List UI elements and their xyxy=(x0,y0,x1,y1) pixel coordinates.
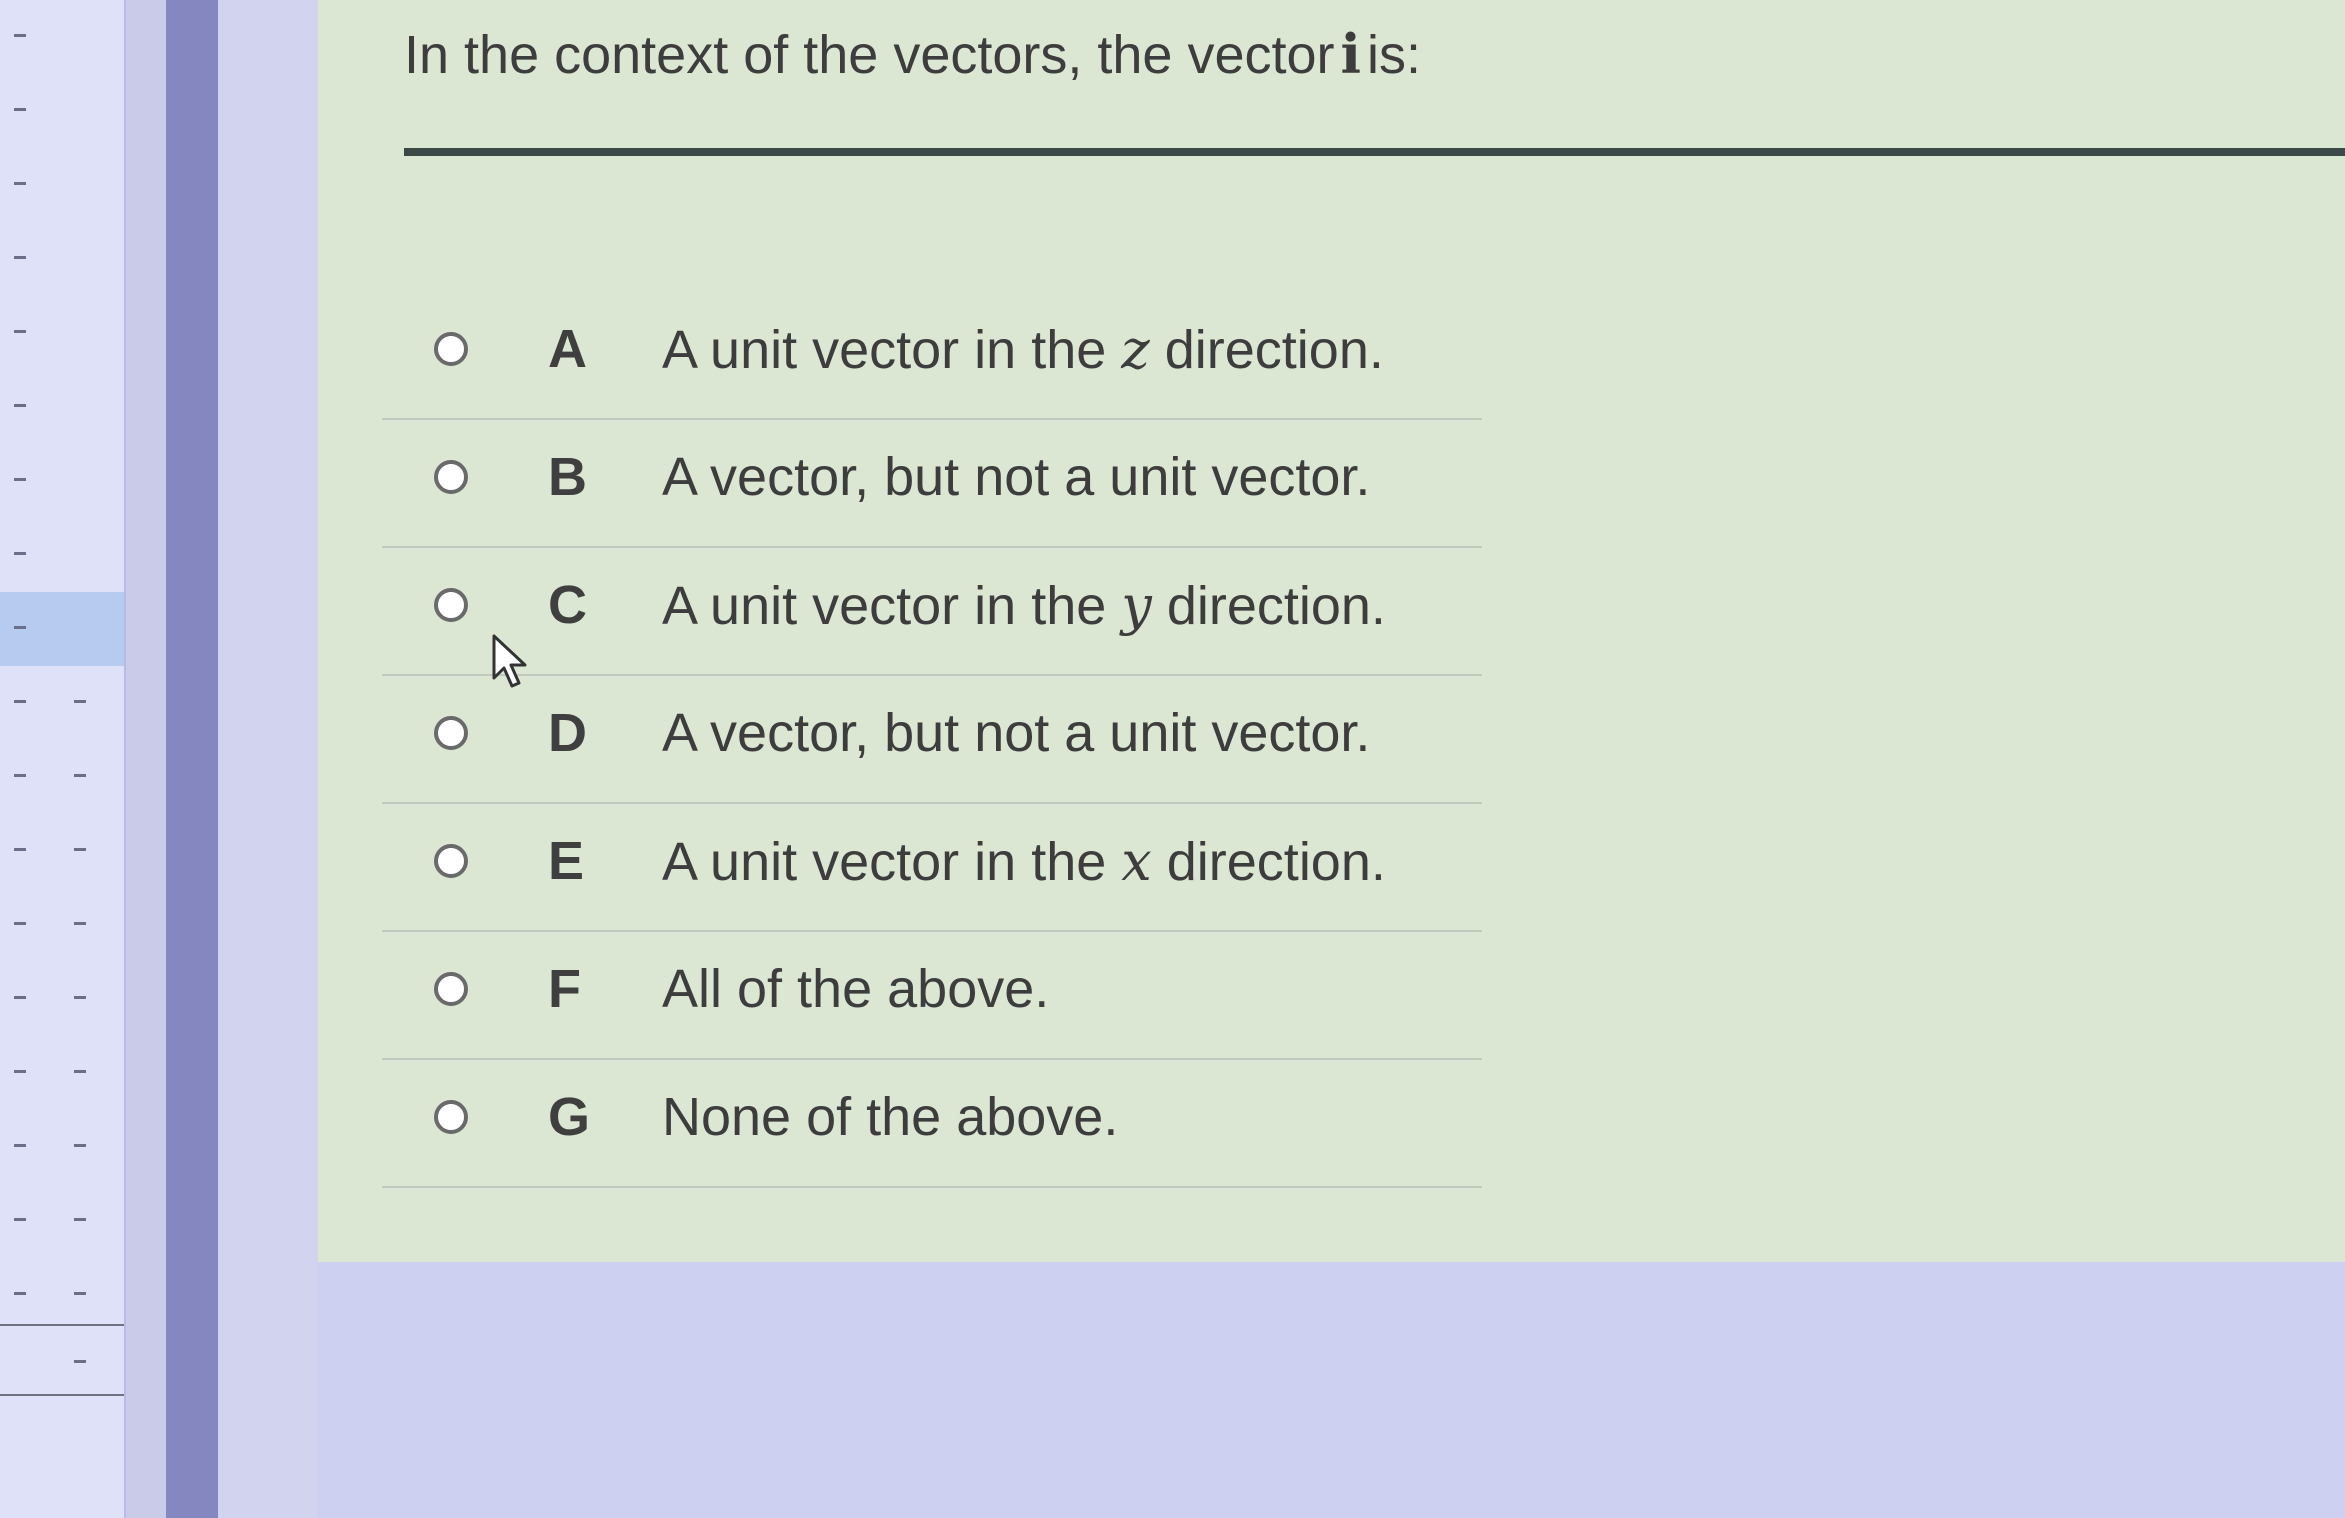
option-text: None of the above. xyxy=(662,1087,1119,1147)
option-c[interactable]: C A unit vector in the y direction. xyxy=(382,546,1482,688)
option-letter: B xyxy=(548,447,587,507)
question-text: In the context of the vectors, the vecto… xyxy=(404,22,1421,86)
option-g[interactable]: G None of the above. xyxy=(382,1058,1482,1188)
left-nav-row[interactable] xyxy=(0,1184,124,1258)
left-nav-row[interactable] xyxy=(0,962,124,1036)
radio-button-icon[interactable] xyxy=(434,972,468,1006)
left-nav-row[interactable] xyxy=(0,1326,124,1400)
left-nav-row[interactable] xyxy=(0,888,124,962)
left-nav-row[interactable] xyxy=(0,0,124,74)
left-nav-row[interactable] xyxy=(0,444,124,518)
left-nav-row[interactable] xyxy=(0,296,124,370)
radio-button-icon[interactable] xyxy=(434,844,468,878)
option-letter: F xyxy=(548,959,581,1019)
title-divider xyxy=(404,148,2345,156)
page-background-area xyxy=(318,1262,2345,1518)
left-nav-row[interactable] xyxy=(0,1258,124,1332)
question-suffix: is: xyxy=(1367,25,1422,85)
radio-button-icon[interactable] xyxy=(434,588,468,622)
left-nav-row[interactable] xyxy=(0,148,124,222)
math-variable: x xyxy=(1121,830,1152,893)
left-nav-row[interactable] xyxy=(0,518,124,592)
option-f[interactable]: F All of the above. xyxy=(382,930,1482,1060)
radio-button-icon[interactable] xyxy=(434,460,468,494)
vector-symbol: i xyxy=(1340,22,1362,86)
option-e[interactable]: E A unit vector in the x direction. xyxy=(382,802,1482,932)
left-navigation-strip xyxy=(0,0,126,1518)
question-prefix: In the context of the vectors, the vecto… xyxy=(404,25,1335,85)
panel-gutter xyxy=(218,0,318,1518)
radio-button-icon[interactable] xyxy=(434,1100,468,1134)
math-variable: z xyxy=(1121,318,1150,381)
question-card: In the context of the vectors, the vecto… xyxy=(318,0,2345,1262)
panel-separator xyxy=(166,0,218,1518)
radio-button-icon[interactable] xyxy=(434,332,468,366)
option-text: A vector, but not a unit vector. xyxy=(662,447,1371,507)
left-nav-row[interactable] xyxy=(0,74,124,148)
option-d[interactable]: D A vector, but not a unit vector. xyxy=(382,674,1482,804)
option-letter: D xyxy=(548,703,587,763)
option-letter: E xyxy=(548,831,585,891)
option-a[interactable]: A A unit vector in the z direction. xyxy=(382,290,1482,420)
option-text: A unit vector in the y direction. xyxy=(662,574,1386,637)
option-letter: G xyxy=(548,1087,591,1147)
left-nav-divider xyxy=(0,1394,124,1396)
option-text: A unit vector in the x direction. xyxy=(662,830,1386,893)
left-nav-row[interactable] xyxy=(0,666,124,740)
left-nav-row[interactable] xyxy=(0,740,124,814)
left-nav-row[interactable] xyxy=(0,1036,124,1110)
left-nav-row[interactable] xyxy=(0,1110,124,1184)
left-nav-row[interactable] xyxy=(0,222,124,296)
left-nav-row[interactable] xyxy=(0,370,124,444)
left-nav-row[interactable] xyxy=(0,814,124,888)
left-nav-row-active[interactable] xyxy=(0,592,124,666)
math-variable: y xyxy=(1121,574,1152,637)
option-text: A unit vector in the z direction. xyxy=(662,318,1384,381)
option-letter: C xyxy=(548,575,587,635)
option-letter: A xyxy=(548,319,587,379)
option-b[interactable]: B A vector, but not a unit vector. xyxy=(382,418,1482,548)
option-text: All of the above. xyxy=(662,959,1050,1019)
option-text: A vector, but not a unit vector. xyxy=(662,703,1371,763)
radio-button-icon[interactable] xyxy=(434,716,468,750)
